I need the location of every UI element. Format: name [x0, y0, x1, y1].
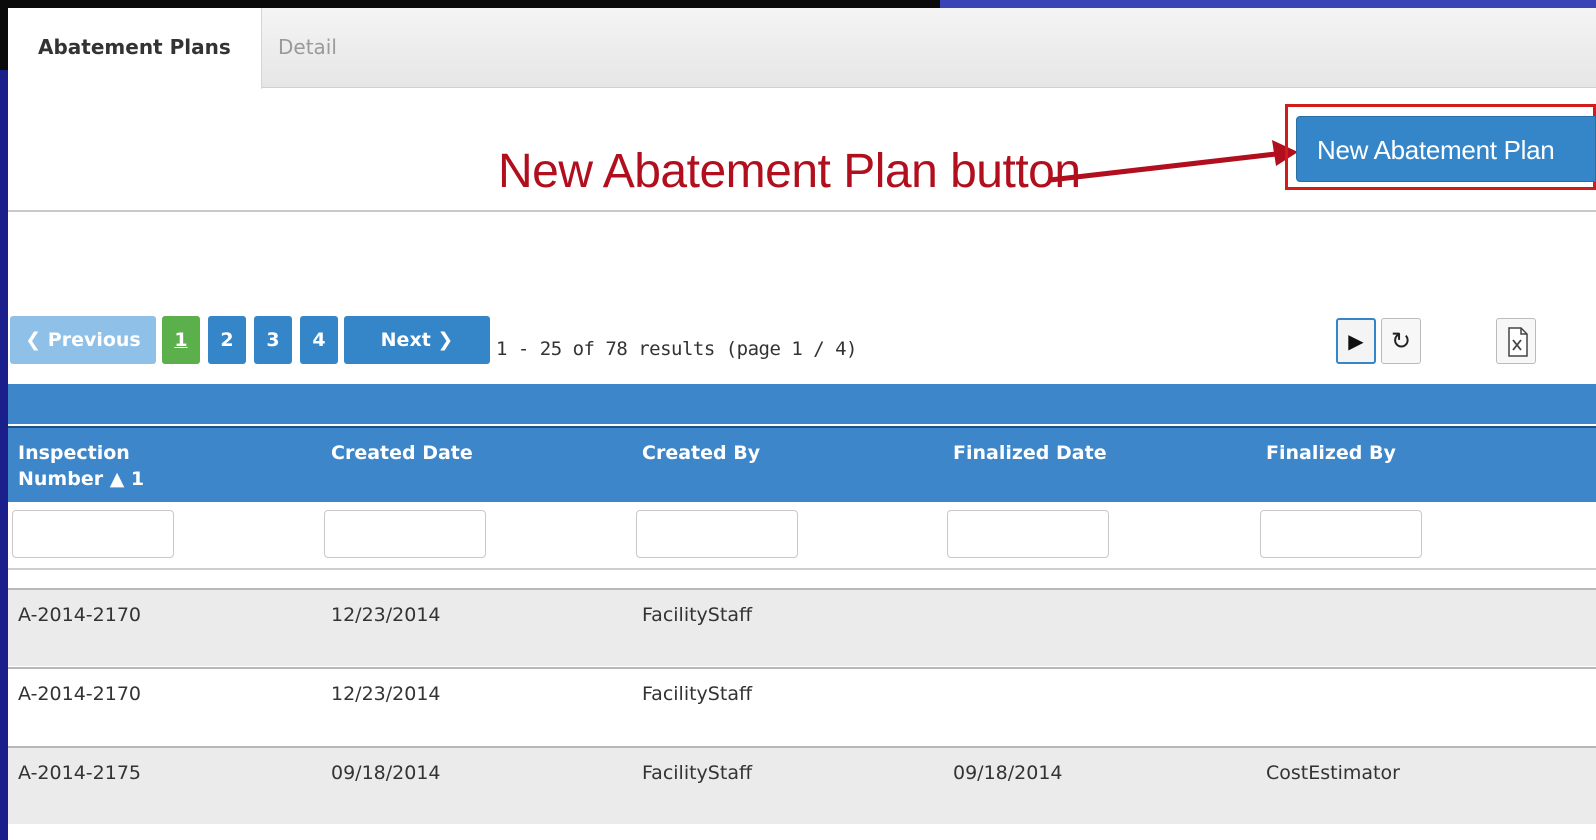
tab-abatement-plans[interactable]: Abatement Plans: [8, 8, 262, 89]
callout-label: New Abatement Plan button: [498, 145, 1081, 198]
page-1-button[interactable]: 1: [162, 316, 200, 364]
abatement-plans-page: Abatement Plans Detail New Abatement Pla…: [8, 8, 1596, 840]
cell-created-by: FacilityStaff: [642, 604, 753, 626]
cell-finalized-by: CostEstimator: [1266, 762, 1400, 784]
cell-created-date: 12/23/2014: [331, 683, 441, 705]
column-header-finalized-by[interactable]: Finalized By: [1266, 440, 1396, 466]
grid-toolbar-band: [8, 384, 1596, 424]
inspection-number-filter[interactable]: [12, 510, 174, 558]
previous-page-button[interactable]: ❮ Previous: [10, 316, 156, 364]
results-summary: 1 - 25 of 78 results (page 1 / 4): [496, 338, 858, 360]
created-date-filter[interactable]: [324, 510, 486, 558]
new-abatement-plan-button[interactable]: New Abatement Plan: [1296, 116, 1596, 182]
export-excel-icon[interactable]: [1496, 318, 1536, 364]
page-4-button[interactable]: 4: [300, 316, 338, 364]
callout-arrow: [1049, 140, 1298, 183]
cell-created-date: 09/18/2014: [331, 762, 441, 784]
table-header: Inspection Number ▲ 1 Created Date Creat…: [8, 426, 1596, 502]
top-strip: [0, 0, 940, 8]
tab-detail[interactable]: Detail: [248, 8, 367, 88]
finalized-by-filter[interactable]: [1260, 510, 1422, 558]
top-strip-accent: [940, 0, 1596, 8]
table-row[interactable]: A-2014-2175 09/18/2014 FacilityStaff 09/…: [8, 746, 1596, 824]
table-row[interactable]: A-2014-2170 12/23/2014 FacilityStaff: [8, 667, 1596, 745]
tab-bar: Abatement Plans Detail: [8, 8, 1596, 89]
refresh-icon[interactable]: ↻: [1381, 318, 1421, 364]
page-2-button[interactable]: 2: [208, 316, 246, 364]
left-border-top: [0, 0, 8, 70]
cell-inspection-number: A-2014-2170: [18, 604, 141, 626]
column-header-created-date[interactable]: Created Date: [331, 440, 473, 466]
page-3-button[interactable]: 3: [254, 316, 292, 364]
cell-created-date: 12/23/2014: [331, 604, 441, 626]
table-row[interactable]: A-2014-2170 12/23/2014 FacilityStaff: [8, 588, 1596, 666]
cell-finalized-date: 09/18/2014: [953, 762, 1063, 784]
filter-row: [8, 502, 1596, 570]
cell-inspection-number: A-2014-2175: [18, 762, 141, 784]
cell-created-by: FacilityStaff: [642, 762, 753, 784]
cell-created-by: FacilityStaff: [642, 683, 753, 705]
play-icon[interactable]: ▶: [1336, 318, 1376, 364]
finalized-date-filter[interactable]: [947, 510, 1109, 558]
column-header-finalized-date[interactable]: Finalized Date: [953, 440, 1107, 466]
created-by-filter[interactable]: [636, 510, 798, 558]
left-border: [0, 70, 8, 840]
column-header-inspection-number[interactable]: Inspection Number ▲ 1: [18, 440, 168, 492]
cell-inspection-number: A-2014-2170: [18, 683, 141, 705]
column-header-created-by[interactable]: Created By: [642, 440, 760, 466]
next-page-button[interactable]: Next ❯: [344, 316, 490, 364]
divider: [8, 210, 1596, 212]
